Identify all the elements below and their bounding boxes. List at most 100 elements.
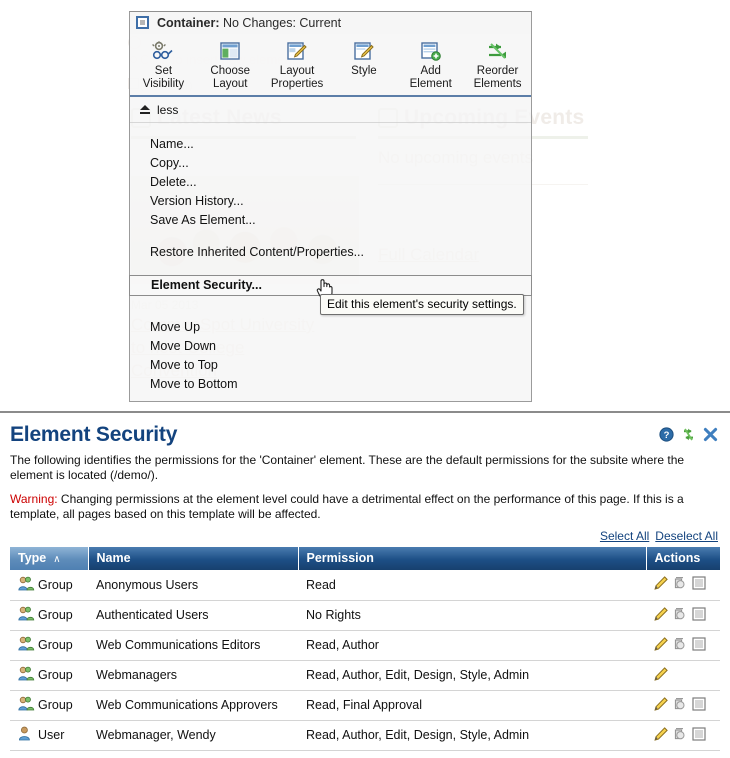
permissions-table: Type ∧ Name Permission Actions Group Anony… bbox=[10, 547, 720, 751]
menu-item-move-down[interactable]: Move Down bbox=[130, 337, 531, 356]
cell-name: Authenticated Users bbox=[88, 600, 298, 631]
group-icon bbox=[18, 636, 35, 651]
user-icon bbox=[18, 726, 35, 744]
cell-actions bbox=[646, 690, 720, 721]
menu-item-name[interactable]: Name... bbox=[130, 135, 531, 154]
type-label: Group bbox=[38, 668, 73, 682]
toolbar-style[interactable]: Style bbox=[330, 40, 397, 78]
column-header-actions[interactable]: Actions bbox=[646, 547, 720, 570]
edit-icon[interactable] bbox=[654, 726, 668, 744]
dialog-warning: Warning: Changing permissions at the ele… bbox=[10, 492, 720, 522]
group-icon bbox=[18, 606, 35, 621]
page-with-menu-overlay: Click to insert new element. (container)… bbox=[0, 0, 730, 411]
collapse-up-icon bbox=[140, 104, 151, 115]
style-icon bbox=[330, 40, 397, 62]
toolbar-label: Reorder bbox=[476, 65, 519, 77]
deselect-all-link[interactable]: Deselect All bbox=[655, 529, 718, 543]
toolbar-label: Style bbox=[351, 65, 377, 77]
menu-item-save-as-element[interactable]: Save As Element... bbox=[130, 211, 531, 230]
edit-icon[interactable] bbox=[654, 576, 668, 593]
element-toolbar: Set Visibility Choose Layout Layout Prop… bbox=[130, 34, 531, 97]
close-icon[interactable] bbox=[703, 427, 718, 445]
table-row: Group Web Communications Editors Read, Aut… bbox=[10, 630, 720, 661]
delete-icon[interactable] bbox=[673, 697, 687, 714]
toolbar-set-visibility[interactable]: Set Visibility bbox=[130, 40, 197, 91]
table-row: Group Web Communications Approvers Read, F… bbox=[10, 690, 720, 721]
cell-actions bbox=[646, 600, 720, 631]
cell-type: Group bbox=[10, 660, 88, 691]
toolbar-add-element[interactable]: Add Element bbox=[397, 40, 464, 91]
user-icon bbox=[18, 726, 30, 741]
cell-permission: Read, Author bbox=[298, 630, 646, 661]
table-header-row: Type ∧ Name Permission Actions bbox=[10, 547, 720, 570]
toolbar-label: Elements bbox=[473, 78, 522, 90]
menu-item-version-history[interactable]: Version History... bbox=[130, 192, 531, 211]
column-header-permission[interactable]: Permission bbox=[298, 547, 647, 570]
row-checkbox[interactable] bbox=[692, 696, 706, 714]
group-icon bbox=[18, 696, 35, 714]
warning-text: Changing permissions at the element leve… bbox=[10, 492, 684, 521]
delete-icon[interactable] bbox=[673, 637, 687, 654]
svg-text:?: ? bbox=[664, 430, 670, 441]
toolbar-label: Layout bbox=[279, 65, 315, 77]
type-label: User bbox=[38, 728, 65, 742]
menu-item-move-to-bottom[interactable]: Move to Bottom bbox=[130, 375, 531, 394]
table-row: Group Authenticated Users No Rights bbox=[10, 600, 720, 631]
menu-item-list: Name... Copy... Delete... Version Histor… bbox=[129, 123, 532, 394]
row-checkbox[interactable] bbox=[692, 606, 706, 624]
edit-icon[interactable] bbox=[654, 696, 668, 714]
toolbar-label: Visibility bbox=[142, 78, 185, 90]
cell-name: Web Communications Editors bbox=[88, 630, 298, 661]
edit-icon[interactable] bbox=[654, 666, 668, 684]
menu-item-delete[interactable]: Delete... bbox=[130, 173, 531, 192]
cell-permission: Read, Final Approval bbox=[298, 690, 646, 721]
group-icon bbox=[18, 636, 35, 654]
menu-tooltip: Edit this element's security settings. bbox=[320, 294, 524, 315]
set-visibility-icon bbox=[130, 40, 197, 62]
type-label: Group bbox=[38, 577, 73, 592]
delete-icon[interactable] bbox=[673, 727, 687, 744]
cell-permission: No Rights bbox=[298, 600, 646, 631]
menu-title-rest: No Changes: Current bbox=[219, 15, 342, 30]
dialog-header-icons: ? bbox=[659, 423, 720, 445]
toolbar-label: Layout bbox=[212, 78, 248, 90]
menu-item-restore-inherited[interactable]: Restore Inherited Content/Properties... bbox=[130, 243, 531, 262]
row-checkbox[interactable] bbox=[692, 576, 706, 593]
reorder-elements-icon bbox=[464, 40, 531, 62]
cell-actions bbox=[646, 660, 720, 691]
menu-separator bbox=[130, 230, 531, 243]
delete-icon[interactable] bbox=[673, 576, 687, 593]
menu-item-move-up[interactable]: Move Up bbox=[130, 318, 531, 337]
toolbar-reorder-elements[interactable]: Reorder Elements bbox=[464, 40, 531, 91]
edit-icon[interactable] bbox=[654, 606, 668, 624]
toolbar-layout-properties[interactable]: Layout Properties bbox=[264, 40, 331, 91]
cell-type: User bbox=[10, 720, 88, 751]
cell-type: Group bbox=[10, 690, 88, 721]
group-icon bbox=[18, 696, 35, 711]
help-icon[interactable]: ? bbox=[659, 427, 674, 445]
cell-actions bbox=[646, 570, 720, 601]
dialog-description: The following identifies the permissions… bbox=[10, 453, 685, 482]
select-all-link[interactable]: Select All bbox=[600, 529, 649, 543]
group-icon bbox=[18, 606, 35, 624]
delete-icon[interactable] bbox=[673, 607, 687, 624]
menu-item-move-to-top[interactable]: Move to Top bbox=[130, 356, 531, 375]
cell-name: Anonymous Users bbox=[88, 570, 298, 601]
page-title: Element Security bbox=[10, 423, 178, 446]
column-header-name[interactable]: Name bbox=[88, 547, 299, 570]
menu-item-element-security[interactable]: Element Security... bbox=[129, 275, 532, 296]
menu-item-copy[interactable]: Copy... bbox=[130, 154, 531, 173]
row-checkbox[interactable] bbox=[692, 726, 706, 744]
cell-type: Group bbox=[10, 570, 88, 601]
choose-layout-icon bbox=[197, 40, 264, 62]
row-checkbox[interactable] bbox=[692, 636, 706, 654]
column-header-type[interactable]: Type ∧ bbox=[10, 547, 89, 570]
edit-icon[interactable] bbox=[654, 636, 668, 654]
cell-permission: Read, Author, Edit, Design, Style, Admin bbox=[298, 660, 646, 691]
toolbar-label: Set bbox=[154, 65, 173, 77]
menu-less-toggle[interactable]: less bbox=[130, 97, 531, 123]
table-row: Group Anonymous Users Read bbox=[10, 570, 720, 601]
cell-actions bbox=[646, 720, 720, 751]
refresh-icon[interactable] bbox=[681, 427, 696, 445]
toolbar-choose-layout[interactable]: Choose Layout bbox=[197, 40, 264, 91]
